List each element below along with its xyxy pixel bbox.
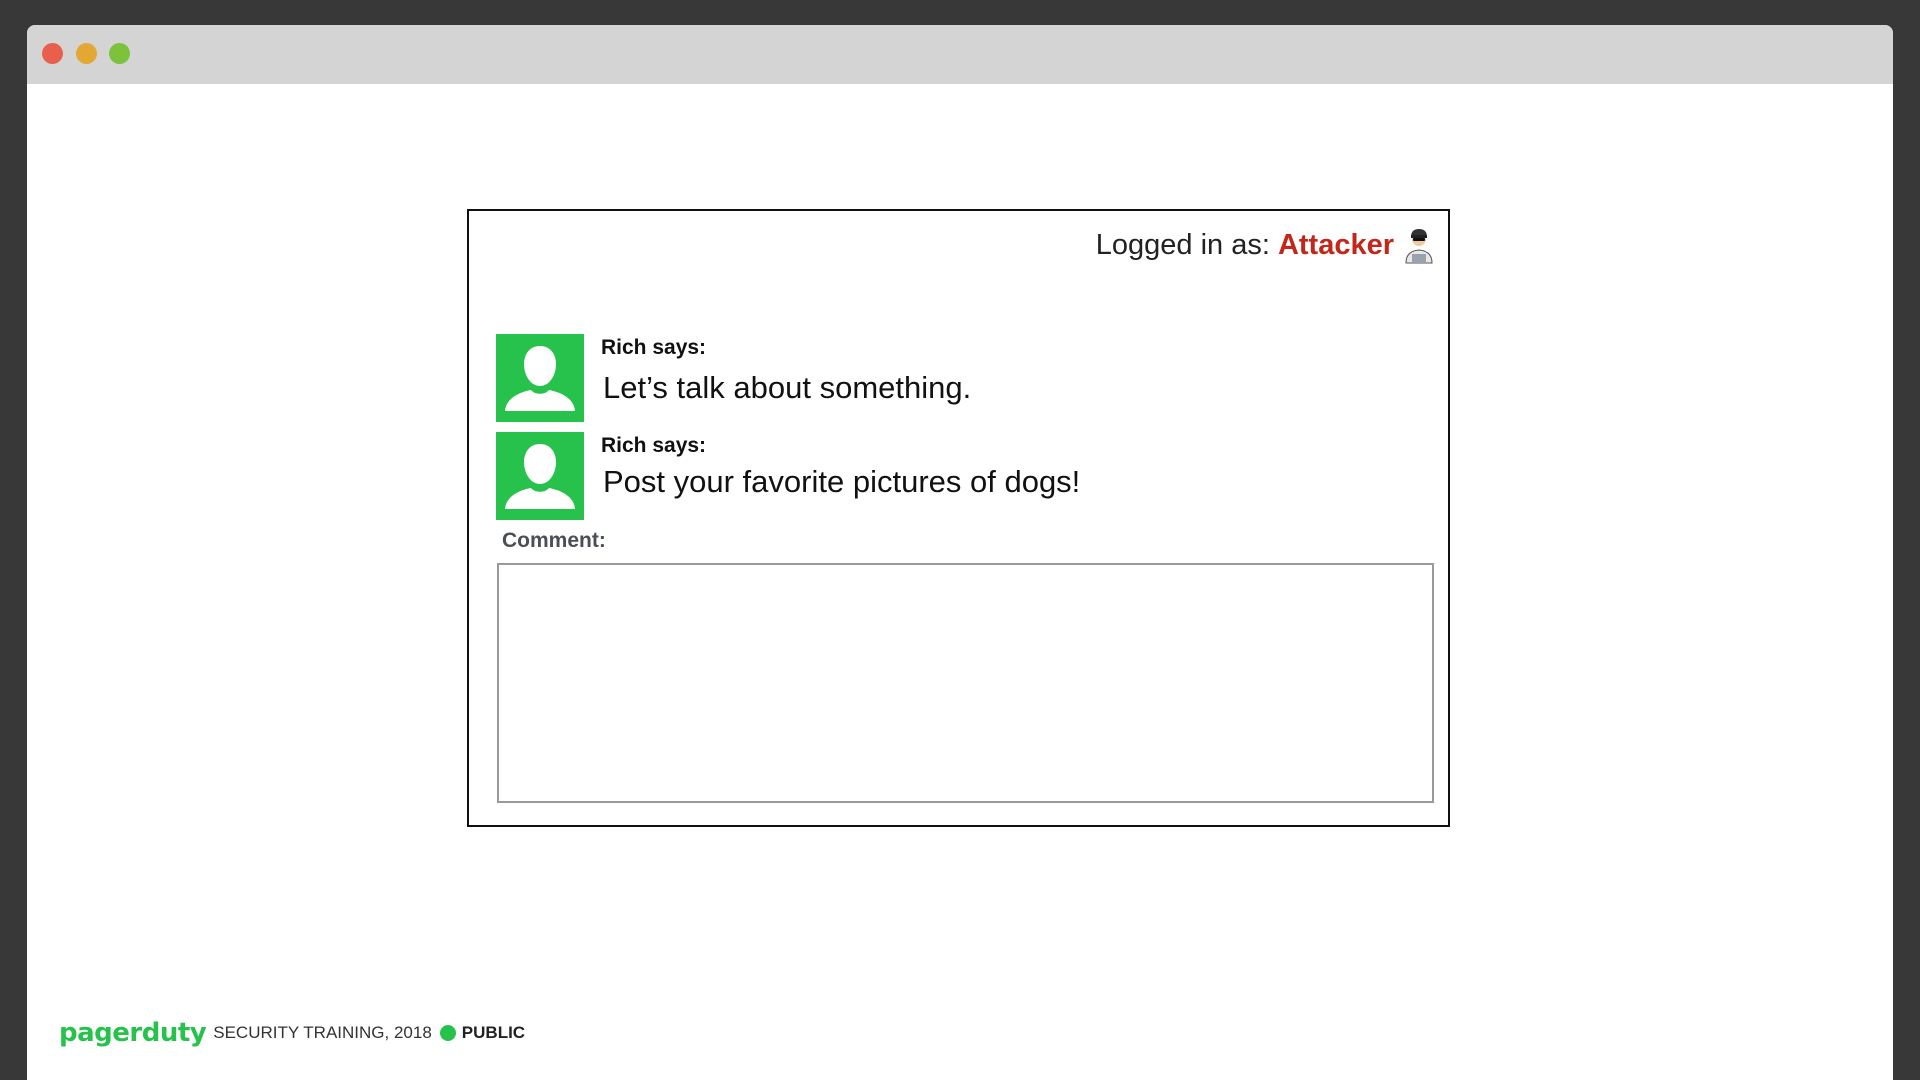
slide-footer: pagerduty SECURITY TRAINING, 2018 PUBLIC	[59, 1018, 525, 1048]
comment-author: Rich says:	[601, 336, 707, 359]
comment-thread-panel: Logged in as: Attacker Rich says: Let’s …	[467, 209, 1450, 827]
comment-text: Post your favorite pictures of dogs!	[603, 464, 1081, 499]
window-titlebar	[27, 25, 1893, 84]
comment-field-label: Comment:	[502, 529, 606, 552]
pagerduty-logo: pagerduty	[59, 1018, 207, 1048]
comment-item: Rich says: Post your favorite pictures o…	[496, 432, 1396, 520]
login-status: Logged in as: Attacker	[1096, 225, 1434, 265]
user-silhouette-icon	[496, 432, 584, 520]
login-label: Logged in as:	[1095, 228, 1270, 261]
comment-text: Let’s talk about something.	[603, 370, 972, 405]
comment-textarea[interactable]	[497, 563, 1434, 803]
minimize-window-button[interactable]	[76, 43, 97, 64]
hacker-icon	[1405, 229, 1433, 264]
visibility-badge: PUBLIC	[461, 1023, 526, 1042]
browser-window: Logged in as: Attacker Rich says: Let’s …	[27, 25, 1893, 1080]
comment-author: Rich says:	[601, 434, 707, 457]
user-silhouette-icon	[496, 334, 584, 422]
logged-in-username: Attacker	[1277, 228, 1394, 261]
zoom-window-button[interactable]	[109, 43, 130, 64]
close-window-button[interactable]	[42, 43, 63, 64]
comment-item: Rich says: Let’s talk about something.	[496, 334, 1396, 422]
footer-training-text: SECURITY TRAINING, 2018	[213, 1023, 432, 1042]
status-dot-icon	[439, 1025, 456, 1041]
